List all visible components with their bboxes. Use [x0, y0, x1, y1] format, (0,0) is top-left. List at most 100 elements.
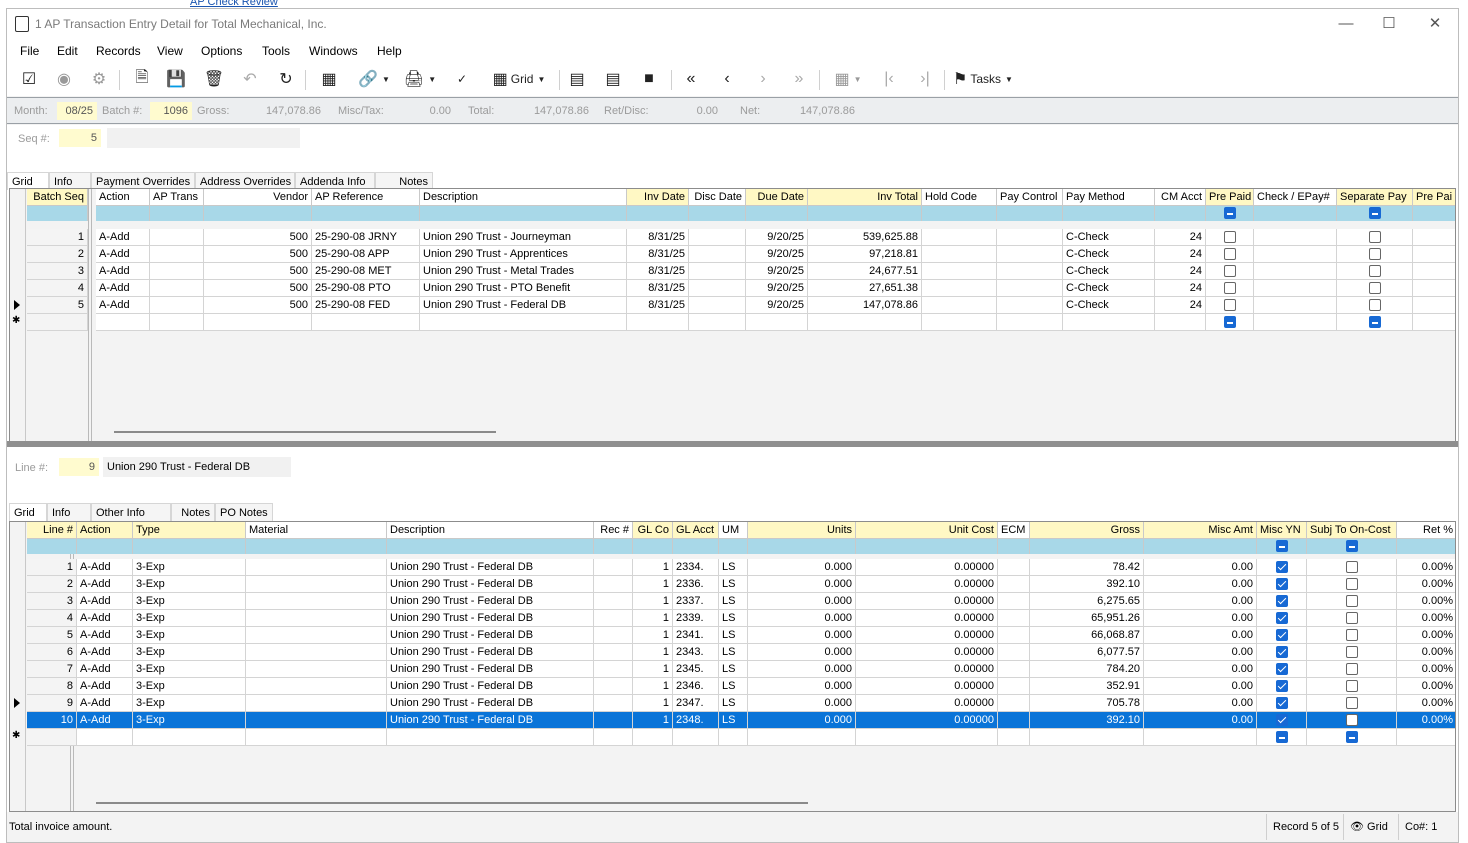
grid-cell[interactable]: 27,651.38 [808, 280, 922, 297]
grid-cell[interactable] [1206, 246, 1254, 263]
grid-cell[interactable] [594, 593, 633, 610]
grid-cell[interactable]: 2339. [673, 610, 719, 627]
filter-cell[interactable] [1307, 539, 1397, 554]
new-row-cell[interactable] [997, 314, 1063, 331]
column-header[interactable]: Description [420, 189, 627, 206]
grid-cell[interactable] [246, 712, 387, 729]
grid-cell[interactable]: A-Add [77, 610, 133, 627]
column-header[interactable]: Material [246, 522, 387, 539]
grid-cell[interactable]: 705.78 [1030, 695, 1144, 712]
grid-cell[interactable] [594, 661, 633, 678]
grid-cell[interactable] [1257, 593, 1307, 610]
column-header[interactable]: Check / EPay# [1254, 189, 1337, 206]
grid-cell[interactable]: 0.00 [1144, 559, 1257, 576]
grid-cell[interactable] [150, 263, 204, 280]
new-row-cell[interactable] [719, 729, 748, 746]
filter-checkbox[interactable] [1345, 540, 1358, 553]
grid-cell[interactable]: Union 290 Trust - Metal Trades [420, 263, 627, 280]
separate-pay-checkbox[interactable] [1368, 231, 1381, 244]
new-row-cell[interactable] [1254, 314, 1337, 331]
grid-cell[interactable]: 0.00% [1397, 559, 1455, 576]
grid-cell[interactable]: C-Check [1063, 229, 1155, 246]
first-line-icon[interactable]: |‹ [877, 68, 901, 90]
column-header[interactable]: Ret % [1397, 522, 1455, 539]
grid-cell[interactable]: 2345. [673, 661, 719, 678]
filter-cell[interactable] [689, 206, 746, 221]
grid-cell[interactable] [1413, 246, 1455, 263]
pre-paid-checkbox[interactable] [1223, 265, 1236, 278]
column-header[interactable]: Pay Method [1063, 189, 1155, 206]
grid-cell[interactable]: 3-Exp [133, 644, 246, 661]
filter-cell[interactable] [627, 206, 689, 221]
tab-po-notes[interactable]: PO Notes [215, 503, 273, 521]
print-icon[interactable]: 🖨 ▼ [400, 68, 440, 90]
line-field[interactable]: 9 [59, 458, 99, 476]
grid-cell[interactable] [1337, 246, 1413, 263]
grid-cell[interactable]: Union 290 Trust - Federal DB [387, 593, 594, 610]
grid-cell[interactable] [150, 229, 204, 246]
grid-cell[interactable]: 3-Exp [133, 695, 246, 712]
grid-cell[interactable]: 0.00000 [856, 610, 998, 627]
filter-cell[interactable] [1144, 539, 1257, 554]
last-line-icon[interactable]: ›| [913, 68, 937, 90]
seq-field[interactable]: 5 [59, 129, 101, 147]
grid-cell[interactable]: 0.00% [1397, 610, 1455, 627]
grid-cell[interactable]: A-Add [77, 559, 133, 576]
grid-cell[interactable]: 500 [204, 229, 312, 246]
grid-cell[interactable]: 2346. [673, 678, 719, 695]
column-header[interactable]: Pay Control [997, 189, 1063, 206]
filter-cell[interactable] [1257, 539, 1307, 554]
filter-cell[interactable] [1254, 206, 1337, 221]
layout-split-icon[interactable]: ▤ [601, 68, 625, 90]
grid-cell[interactable]: 0.000 [748, 610, 856, 627]
grid-cell[interactable]: C-Check [1063, 246, 1155, 263]
pre-paid-checkbox[interactable] [1223, 231, 1236, 244]
new-row-cell[interactable] [246, 729, 387, 746]
table-options-icon[interactable]: ▦ ▼ [827, 68, 869, 90]
grid-cell[interactable]: 3-Exp [133, 661, 246, 678]
grid-cell[interactable]: A-Add [96, 280, 150, 297]
new-row-cell[interactable] [1413, 314, 1455, 331]
filter-cell[interactable] [1397, 539, 1455, 554]
grid-cell[interactable]: A-Add [77, 576, 133, 593]
filter-cell[interactable] [1155, 206, 1206, 221]
grid-cell[interactable]: 24 [1155, 229, 1206, 246]
grid-cell[interactable] [150, 246, 204, 263]
grid-cell[interactable]: 66,068.87 [1030, 627, 1144, 644]
grid-cell[interactable]: A-Add [77, 661, 133, 678]
filter-cell[interactable] [27, 539, 77, 554]
grid-cell[interactable] [689, 246, 746, 263]
grid-cell[interactable] [997, 246, 1063, 263]
grid-cell[interactable] [922, 297, 997, 314]
last-record-icon[interactable]: » [787, 68, 811, 90]
grid-cell[interactable]: 0.000 [748, 678, 856, 695]
grid-cell[interactable] [1337, 229, 1413, 246]
attachment-icon[interactable]: 🔗 ▼ [354, 68, 394, 90]
grid-cell[interactable] [998, 593, 1030, 610]
grid-cell[interactable] [1254, 229, 1337, 246]
grid-cell[interactable]: 0.00% [1397, 644, 1455, 661]
filter-cell[interactable] [633, 539, 673, 554]
grid-cell[interactable] [1307, 712, 1397, 729]
grid-cell[interactable]: 6,275.65 [1030, 593, 1144, 610]
close-button[interactable]: ✕ [1423, 13, 1447, 35]
new-row-cell[interactable] [1030, 729, 1144, 746]
grid-cell[interactable] [1413, 280, 1455, 297]
grid-cell[interactable]: 1 [633, 644, 673, 661]
new-record-icon[interactable]: 🗎 [131, 68, 153, 90]
grid-cell[interactable]: 25-290-08 JRNY [312, 229, 420, 246]
grid-cell[interactable] [997, 263, 1063, 280]
filter-cell[interactable] [997, 206, 1063, 221]
minimize-button[interactable]: — [1334, 13, 1358, 35]
new-row-cell[interactable] [1257, 729, 1307, 746]
grid-cell[interactable]: 3-Exp [133, 559, 246, 576]
layout-top-icon[interactable]: ■ [637, 68, 661, 90]
settings-gear-icon[interactable]: ⚙ [87, 68, 111, 90]
grid-cell[interactable] [1307, 610, 1397, 627]
next-record-icon[interactable]: › [751, 68, 775, 90]
misc-yn-checkbox[interactable] [1275, 612, 1288, 625]
grid-cell[interactable] [594, 678, 633, 695]
grid-cell[interactable]: 8/31/25 [627, 246, 689, 263]
grid-cell[interactable]: 78.42 [1030, 559, 1144, 576]
tasks-button[interactable]: ⚑ Tasks ▼ [951, 68, 1015, 90]
